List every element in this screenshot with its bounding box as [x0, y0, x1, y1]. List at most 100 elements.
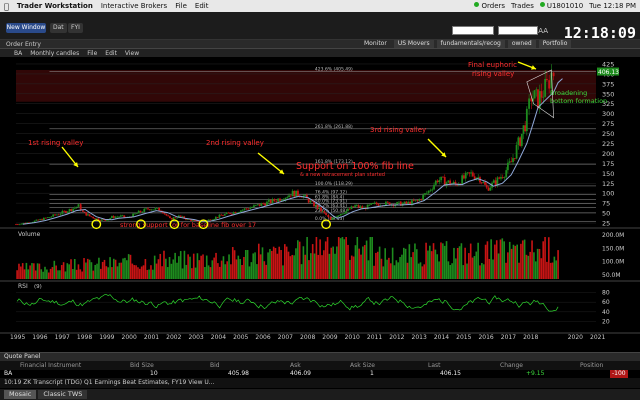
trades-indicator[interactable]: Trades — [511, 2, 534, 10]
quote-bid[interactable]: 405.98 — [228, 370, 249, 378]
price-tick-label: 200 — [602, 150, 614, 158]
col-change[interactable]: Change — [500, 362, 523, 370]
chart-menu-file[interactable]: File — [87, 50, 97, 57]
tab-owned[interactable]: owned — [507, 40, 536, 48]
chart-symbol[interactable]: BA — [14, 50, 22, 57]
volume-bar — [458, 246, 461, 279]
orders-indicator[interactable]: Orders — [474, 2, 505, 10]
volume-bar — [257, 243, 260, 279]
fyi-button[interactable]: FYI — [68, 23, 83, 33]
volume-bar — [514, 245, 517, 279]
price-candle — [396, 202, 398, 205]
volume-bar — [209, 267, 212, 279]
price-candle — [245, 208, 248, 210]
price-candle — [537, 89, 539, 109]
system-clock[interactable]: Tue 12:18 PM — [589, 2, 636, 10]
toolbar-search-box[interactable] — [452, 26, 494, 35]
mac-menu-bar:  Trader Workstation Interactive Brokers… — [0, 0, 640, 12]
tab-classic-tws[interactable]: Classic TWS — [38, 390, 88, 399]
volume-bar — [259, 254, 262, 279]
col-ask-size[interactable]: Ask Size — [350, 362, 375, 370]
price-candle — [489, 187, 492, 191]
price-candle — [118, 216, 120, 218]
volume-bar — [163, 250, 165, 279]
price-candle — [82, 210, 84, 212]
price-candle — [484, 182, 486, 185]
col-instrument[interactable]: Financial Instrument — [20, 362, 81, 370]
volume-bar — [152, 269, 154, 279]
font-size-button[interactable]: AA — [538, 27, 548, 35]
volume-bar — [391, 247, 394, 279]
volume-bar — [417, 263, 420, 279]
volume-bar — [155, 263, 158, 279]
col-position[interactable]: Position — [580, 362, 603, 370]
volume-bar — [384, 248, 386, 279]
app-name[interactable]: Trader Workstation — [17, 2, 93, 10]
price-candle — [433, 184, 435, 190]
volume-bar — [233, 250, 236, 279]
volume-bar — [347, 244, 349, 279]
volume-bar — [462, 265, 465, 279]
tab-fundamentals[interactable]: fundamentals/recog — [436, 40, 505, 48]
volume-bar — [75, 269, 78, 279]
account-indicator[interactable]: U1801010 — [539, 2, 583, 10]
volume-bar — [25, 262, 28, 279]
price-candle — [247, 208, 250, 210]
news-ticker[interactable]: 10:19 ZK Transcript (TDG) Q1 Earnings Be… — [0, 379, 640, 387]
volume-bar — [172, 259, 175, 279]
annotation-support-sub: & a new retracement plan started — [300, 172, 385, 178]
apple-icon[interactable]:  — [4, 2, 9, 11]
volume-bar — [196, 253, 199, 279]
price-candle — [109, 218, 112, 220]
menu-interactive-brokers[interactable]: Interactive Brokers — [101, 2, 167, 10]
volume-bar — [356, 237, 359, 279]
volume-bar — [406, 262, 409, 279]
price-candle — [258, 204, 261, 206]
volume-bar — [31, 263, 33, 279]
volume-bar — [59, 270, 61, 279]
volume-bar — [218, 266, 221, 279]
volume-bar — [345, 237, 347, 279]
tab-portfolio[interactable]: Portfolio — [538, 40, 572, 48]
volume-bar — [228, 254, 230, 279]
tab-us-movers[interactable]: US Movers — [393, 40, 434, 48]
price-tick-label: 50 — [602, 210, 610, 218]
year-tick-label: 2017 — [501, 334, 516, 341]
tab-mosaic[interactable]: Mosaic — [4, 390, 37, 399]
price-candle — [519, 137, 522, 146]
price-candle — [431, 189, 434, 191]
volume-bar — [365, 240, 368, 279]
volume-bar — [302, 246, 305, 279]
volume-tick-label: 200.0M — [602, 232, 624, 239]
quote-row[interactable]: BA 10 405.98 406.09 1 406.15 +9.15 -100 — [0, 370, 640, 378]
price-candle — [461, 175, 464, 185]
volume-bar — [555, 260, 558, 279]
price-candle — [169, 216, 171, 219]
quote-ask[interactable]: 406.09 — [290, 370, 311, 378]
menu-file[interactable]: File — [175, 2, 187, 10]
ticker-lookup-box[interactable] — [498, 26, 538, 35]
price-candle — [158, 207, 161, 211]
price-candle — [429, 190, 432, 192]
new-window-button[interactable]: New Window — [6, 23, 46, 33]
volume-bar — [536, 248, 539, 279]
menu-edit[interactable]: Edit — [195, 2, 209, 10]
tab-monitor[interactable]: Monitor — [360, 40, 391, 48]
chart-menu-view[interactable]: View — [125, 50, 139, 57]
quote-symbol[interactable]: BA — [4, 370, 12, 378]
col-ask[interactable]: Ask — [290, 362, 301, 370]
volume-bar — [60, 265, 63, 279]
annotation-final-valley-1: Final euphoric — [468, 61, 517, 69]
data-button[interactable]: Dat — [50, 23, 67, 33]
col-last[interactable]: Last — [428, 362, 441, 370]
price-candle — [508, 161, 511, 163]
col-bid[interactable]: Bid — [210, 362, 220, 370]
order-entry-label[interactable]: Order Entry — [0, 41, 360, 48]
volume-bar — [289, 256, 292, 279]
col-bid-size[interactable]: Bid Size — [130, 362, 154, 370]
volume-bar — [402, 247, 405, 279]
chart-timeframe[interactable]: Monthly candles — [30, 50, 79, 57]
price-chart[interactable]: 4254003753503253002752502252001751501251… — [0, 57, 640, 347]
chart-menu-edit[interactable]: Edit — [105, 50, 117, 57]
price-candle — [427, 190, 430, 193]
